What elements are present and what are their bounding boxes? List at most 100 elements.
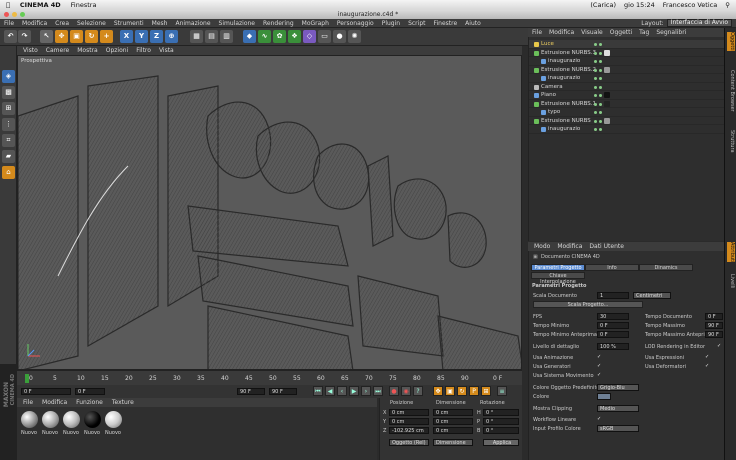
menu-simulazione[interactable]: Simulazione xyxy=(219,20,255,27)
array-icon[interactable]: ❖ xyxy=(288,30,301,43)
user-name[interactable]: Francesco Vetica xyxy=(663,1,717,9)
min-time-field[interactable]: 0 F xyxy=(597,322,629,329)
obj-menu-modifica[interactable]: Modifica xyxy=(549,29,574,36)
pos-y-field[interactable]: 0 cm xyxy=(389,418,429,425)
nurbs-icon[interactable]: ✿ xyxy=(273,30,286,43)
spline-icon[interactable]: ∿ xyxy=(258,30,271,43)
material-swatch[interactable] xyxy=(42,411,59,428)
menu-plugin[interactable]: Plugin xyxy=(382,20,400,27)
default-color-select[interactable]: Grigio-Blu xyxy=(597,384,639,391)
render-settings-icon[interactable]: ▥ xyxy=(220,30,233,43)
material-tag-icon[interactable] xyxy=(604,49,610,56)
use-deformers-checkbox[interactable]: ✓ xyxy=(705,364,710,369)
axis-y-button[interactable]: Y xyxy=(135,30,148,43)
key-scale-icon[interactable]: ▣ xyxy=(445,386,455,396)
start-frame-field[interactable]: 0 F xyxy=(21,388,71,395)
camera-icon[interactable]: ● xyxy=(333,30,346,43)
record-icon[interactable]: ● xyxy=(389,386,399,396)
material-swatch[interactable] xyxy=(84,411,101,428)
obj-menu-tag[interactable]: Tag xyxy=(639,29,649,36)
attr-menu-modifica[interactable]: Modifica xyxy=(557,243,582,250)
use-expressions-checkbox[interactable]: ✓ xyxy=(705,355,710,360)
object-row[interactable]: Estrusione NURBS.1 xyxy=(529,100,725,108)
model-mode-icon[interactable]: ◈ xyxy=(2,70,15,83)
material-menu-modifica[interactable]: Modifica xyxy=(42,399,67,406)
light-icon[interactable]: ✺ xyxy=(348,30,361,43)
key-param-icon[interactable]: P xyxy=(469,386,479,396)
minimize-window-icon[interactable] xyxy=(12,12,17,17)
max-time-field[interactable]: 90 F xyxy=(705,322,723,329)
tab-dinamics[interactable]: Dinamics xyxy=(639,264,693,271)
object-row[interactable]: Piano xyxy=(529,91,725,100)
goto-start-icon[interactable]: ⏮ xyxy=(313,386,323,396)
dim-z-field[interactable]: 0 cm xyxy=(433,427,473,434)
material-menu-texture[interactable]: Texture xyxy=(112,399,134,406)
object-row[interactable]: inaugurazio xyxy=(529,57,725,66)
apple-icon[interactable]:  xyxy=(6,1,10,9)
polygons-mode-icon[interactable]: ▰ xyxy=(2,150,15,163)
menu-finestre[interactable]: Finestre xyxy=(433,20,457,27)
min-preview-field[interactable]: 0 F xyxy=(597,331,629,338)
color-swatch[interactable] xyxy=(597,393,611,400)
prev-key-icon[interactable]: ◀ xyxy=(325,386,335,396)
menu-selezione[interactable]: Selezione xyxy=(77,20,106,27)
material-tag-icon[interactable] xyxy=(604,66,610,73)
use-animation-checkbox[interactable]: ✓ xyxy=(597,355,602,360)
color-profile-select[interactable]: sRGB xyxy=(597,425,639,432)
obj-menu-oggetti[interactable]: Oggetti xyxy=(610,29,632,36)
texture-mode-icon[interactable]: ▩ xyxy=(2,86,15,99)
battery-status[interactable]: (Carica) xyxy=(590,1,616,9)
scene-icon[interactable]: ▭ xyxy=(318,30,331,43)
menu-aiuto[interactable]: Aiuto xyxy=(465,20,481,27)
linear-workflow-checkbox[interactable]: ✓ xyxy=(597,417,602,422)
close-window-icon[interactable] xyxy=(4,12,9,17)
tab-parametri-progetto[interactable]: Parametri Progetto xyxy=(531,264,585,271)
object-row[interactable]: Luce xyxy=(529,40,725,49)
material-tag-icon[interactable] xyxy=(604,100,610,107)
render-picture-icon[interactable]: ▤ xyxy=(205,30,218,43)
points-mode-icon[interactable]: ⋮ xyxy=(2,118,15,131)
menu-personaggio[interactable]: Personaggio xyxy=(337,20,374,27)
object-row[interactable]: typo xyxy=(529,108,725,117)
object-row[interactable]: inaugurazio xyxy=(529,125,725,134)
deformer-icon[interactable]: ◇ xyxy=(303,30,316,43)
window-menu[interactable]: Finestra xyxy=(71,1,97,9)
object-row[interactable]: Estrusione NURBS xyxy=(529,117,725,125)
pos-z-field[interactable]: -102.925 cm xyxy=(389,427,429,434)
redo-icon[interactable]: ↷ xyxy=(18,30,31,43)
obj-menu-file[interactable]: File xyxy=(532,29,542,36)
tab-chiave-interpolazione[interactable]: Chiave Interpolazione xyxy=(531,272,585,285)
material-swatch[interactable] xyxy=(63,411,80,428)
fps-field[interactable]: 30 xyxy=(597,313,629,320)
viewport-menu-vista[interactable]: Vista xyxy=(159,47,174,54)
key-rotation-icon[interactable]: ↻ xyxy=(457,386,467,396)
object-row[interactable]: Camera xyxy=(529,83,725,91)
autokey-icon[interactable]: ◉ xyxy=(401,386,411,396)
viewport-menu-camere[interactable]: Camere xyxy=(46,47,69,54)
viewport-menu-visto[interactable]: Visto xyxy=(23,47,38,54)
next-frame-icon[interactable]: › xyxy=(361,386,371,396)
edges-mode-icon[interactable]: ⌗ xyxy=(2,134,15,147)
snap-icon[interactable]: ⌂ xyxy=(2,166,15,179)
coord-mode-select[interactable]: Oggetto (Rel) xyxy=(389,439,429,446)
object-row[interactable]: Estrusione NURBS.3 xyxy=(529,49,725,57)
menu-file[interactable]: File xyxy=(4,20,14,27)
undo-icon[interactable]: ↶ xyxy=(4,30,17,43)
render-view-icon[interactable]: ▦ xyxy=(190,30,203,43)
tab-attributi[interactable]: Attributi xyxy=(727,242,735,263)
scale-icon[interactable]: ▣ xyxy=(70,30,83,43)
rot-b-field[interactable]: 0 ° xyxy=(483,427,519,434)
prev-frame-icon[interactable]: ‹ xyxy=(337,386,347,396)
last-tool-icon[interactable]: + xyxy=(100,30,113,43)
viewport-menu-opzioni[interactable]: Opzioni xyxy=(106,47,129,54)
obj-menu-visuale[interactable]: Visuale xyxy=(581,29,603,36)
use-motion-system-checkbox[interactable]: ✓ xyxy=(597,373,602,378)
material-tag-icon[interactable] xyxy=(604,92,610,98)
axis-x-button[interactable]: X xyxy=(120,30,133,43)
scale-unit-select[interactable]: Centimetri xyxy=(633,292,671,299)
coord-system-icon[interactable]: ⊕ xyxy=(165,30,178,43)
key-selection-icon[interactable]: ? xyxy=(413,386,423,396)
menu-mesh[interactable]: Mesh xyxy=(152,20,168,27)
viewport-menu-filtro[interactable]: Filtro xyxy=(136,47,151,54)
menu-crea[interactable]: Crea xyxy=(55,20,69,27)
